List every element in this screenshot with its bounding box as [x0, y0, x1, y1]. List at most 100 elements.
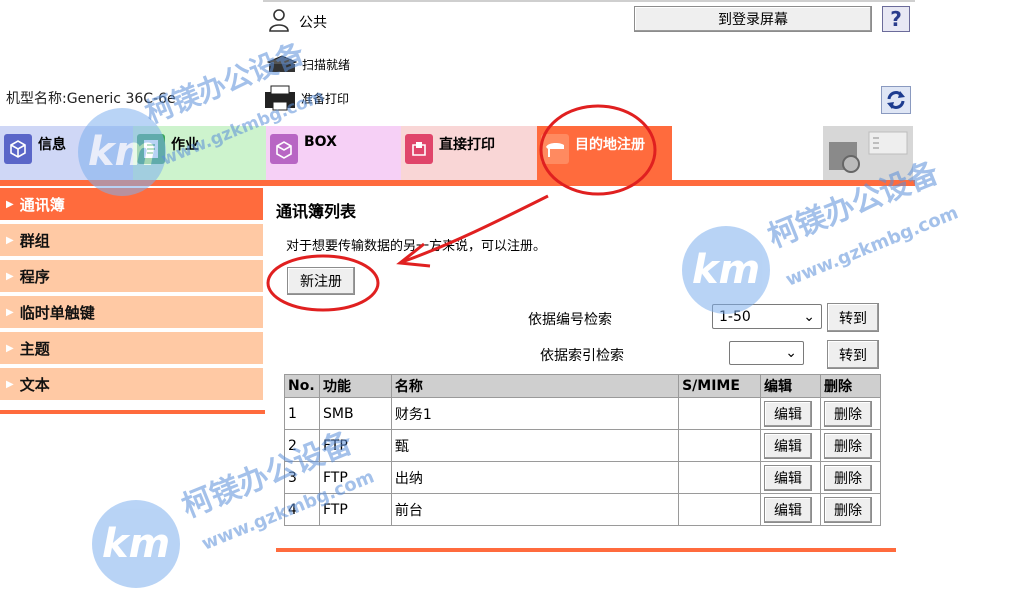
refresh-button[interactable] — [881, 86, 911, 114]
tab-direct-print[interactable]: 直接打印 — [401, 126, 537, 180]
settings-icon — [829, 131, 908, 173]
search-by-index-label: 依据索引检索 — [540, 348, 624, 364]
sidebar-item-label: 程序 — [19, 267, 50, 286]
page-description: 对于想要传输数据的另一方来说，可以注册。 — [286, 239, 547, 254]
utility-tab[interactable] — [823, 126, 913, 180]
sidebar-item-subject[interactable]: ▶ 主题 — [0, 332, 263, 366]
cell-function: FTP — [318, 429, 392, 462]
address-book-table: No. 功能 名称 S/MIME 编辑 删除 1 SMB 财务1 编辑 删除 2… — [284, 374, 882, 526]
cell-edit: 编辑 — [760, 493, 821, 526]
content-bottom-rule — [276, 548, 896, 552]
tab-info[interactable]: 信息 — [0, 126, 133, 180]
cell-no: 4 — [284, 493, 320, 526]
cell-name: 出纳 — [390, 461, 680, 494]
user-icon — [268, 8, 290, 32]
cell-delete: 删除 — [819, 397, 882, 430]
sidebar-item-label: 主题 — [19, 339, 50, 358]
refresh-icon — [887, 91, 905, 109]
search-index-select[interactable]: ⌄ — [729, 341, 804, 365]
page-title: 通讯簿列表 — [276, 202, 357, 221]
table-header-row: No. 功能 名称 S/MIME 编辑 删除 — [284, 374, 882, 398]
table-row: 1 SMB 财务1 编辑 删除 — [284, 397, 882, 430]
sidebar-item-temp-one-touch[interactable]: ▶ 临时单触键 — [0, 296, 263, 330]
tab-job[interactable]: 作业 — [133, 126, 266, 180]
delete-button[interactable]: 删除 — [823, 464, 872, 491]
sidebar-item-group[interactable]: ▶ 群组 — [0, 224, 263, 258]
col-header-function: 功能 — [318, 374, 392, 398]
user-label: 公共 — [299, 15, 327, 31]
go-index-button[interactable]: 转到 — [827, 340, 879, 369]
cell-edit: 编辑 — [760, 461, 821, 494]
tab-info-label: 信息 — [38, 137, 66, 153]
cell-name: 前台 — [390, 493, 680, 526]
tab-underline — [0, 180, 915, 186]
search-number-value: 1-50 — [719, 308, 751, 325]
edit-button[interactable]: 编辑 — [764, 496, 812, 523]
printer-icon — [265, 85, 295, 111]
print-status: 准备打印 — [262, 84, 349, 112]
table-row: 3 FTP 出纳 编辑 删除 — [284, 461, 882, 494]
job-icon — [137, 134, 165, 164]
cell-edit: 编辑 — [760, 429, 821, 462]
arrow-right-icon: ▶ — [6, 378, 14, 390]
tab-destination-register[interactable]: 目的地注册 — [537, 126, 672, 180]
scan-status: 扫描就绪 — [265, 52, 350, 76]
cell-function: SMB — [318, 397, 392, 430]
cell-no: 1 — [284, 397, 320, 430]
sidebar-item-text[interactable]: ▶ 文本 — [0, 368, 263, 402]
box-icon — [270, 134, 298, 164]
delete-button[interactable]: 删除 — [823, 400, 872, 427]
watermark-url: www.gzkmbg.com — [782, 202, 962, 291]
cell-delete: 删除 — [819, 461, 882, 494]
cell-no: 3 — [284, 461, 320, 494]
delete-button[interactable]: 删除 — [823, 496, 872, 523]
cell-no: 2 — [284, 429, 320, 462]
print-status-label: 准备打印 — [301, 91, 350, 106]
tab-job-label: 作业 — [171, 137, 199, 153]
sidebar-item-address-book[interactable]: ▶ 通讯簿 — [0, 188, 263, 222]
login-screen-button[interactable]: 到登录屏幕 — [634, 6, 872, 32]
go-number-button[interactable]: 转到 — [827, 303, 879, 332]
sidebar-item-label: 文本 — [19, 375, 50, 394]
watermark-brand: 柯镁办公设备 — [140, 36, 309, 131]
edit-button[interactable]: 编辑 — [764, 464, 812, 491]
sidebar-item-label: 通讯簿 — [19, 195, 65, 214]
table-row: 2 FTP 甄 编辑 删除 — [284, 429, 882, 462]
tab-box[interactable]: BOX — [266, 126, 401, 180]
watermark-logo: km — [682, 226, 770, 314]
edit-button[interactable]: 编辑 — [764, 400, 812, 427]
scanner-icon — [266, 55, 298, 72]
edit-button[interactable]: 编辑 — [764, 432, 812, 459]
sidebar-item-label: 群组 — [19, 231, 50, 250]
info-icon — [4, 134, 32, 164]
watermark-logo: km — [92, 500, 180, 588]
cell-name: 甄 — [390, 429, 680, 462]
cell-smime — [678, 429, 761, 462]
chevron-down-icon: ⌄ — [785, 345, 797, 361]
cell-smime — [678, 461, 761, 494]
tab-destination-register-label: 目的地注册 — [575, 137, 645, 153]
cell-delete: 删除 — [819, 493, 882, 526]
col-header-no: No. — [284, 374, 320, 398]
sidebar-item-program[interactable]: ▶ 程序 — [0, 260, 263, 294]
help-button[interactable]: ? — [882, 6, 910, 32]
search-by-number-label: 依据编号检索 — [528, 312, 612, 328]
cell-edit: 编辑 — [760, 397, 821, 430]
delete-button[interactable]: 删除 — [823, 432, 872, 459]
tab-box-label: BOX — [304, 134, 337, 150]
cell-smime — [678, 493, 761, 526]
arrow-right-icon: ▶ — [6, 270, 14, 282]
tab-direct-print-label: 直接打印 — [439, 137, 495, 153]
arrow-right-icon: ▶ — [6, 198, 14, 210]
new-register-button[interactable]: 新注册 — [287, 267, 355, 295]
cell-name: 财务1 — [390, 397, 680, 430]
search-number-select[interactable]: 1-50 ⌄ — [712, 304, 822, 329]
arrow-right-icon: ▶ — [6, 234, 14, 246]
scan-status-label: 扫描就绪 — [302, 57, 351, 72]
arrow-right-icon: ▶ — [6, 342, 14, 354]
col-header-name: 名称 — [390, 374, 680, 398]
sidebar-item-label: 临时单触键 — [19, 303, 95, 322]
col-header-delete: 删除 — [819, 374, 882, 398]
destination-icon — [541, 134, 569, 164]
model-name: 机型名称:Generic 36C-6e — [6, 91, 176, 107]
